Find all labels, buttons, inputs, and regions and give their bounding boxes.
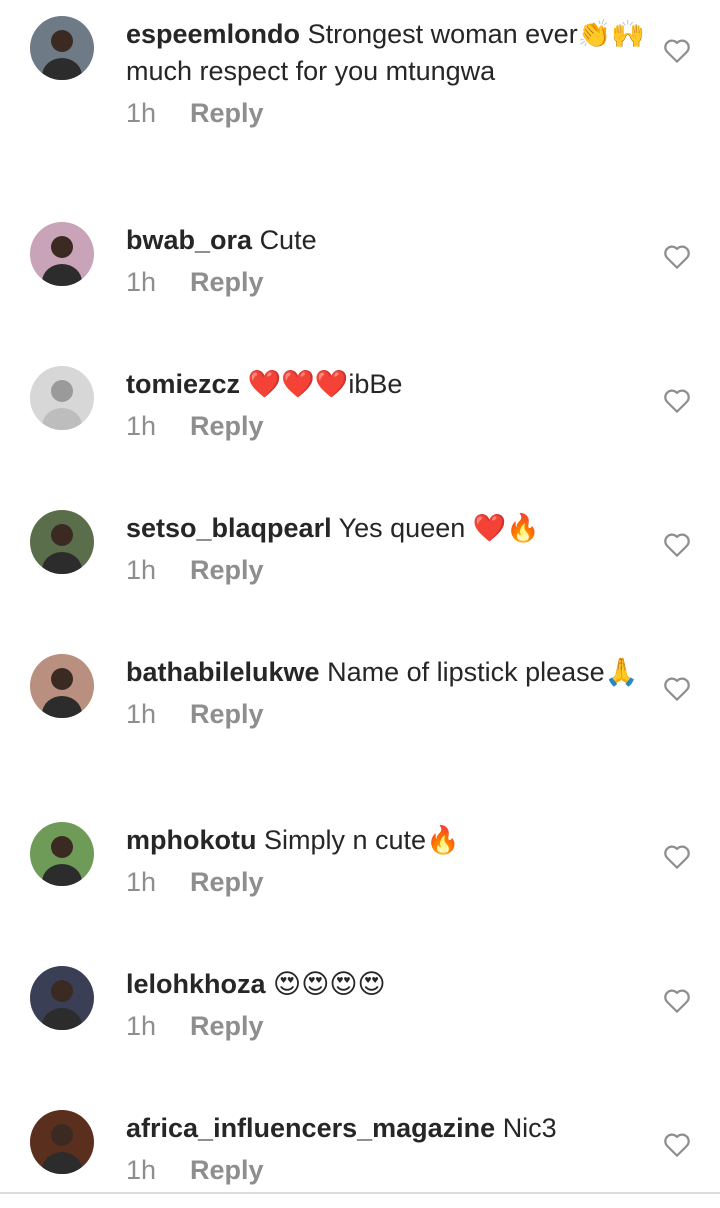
avatar[interactable] bbox=[30, 1110, 94, 1174]
comment-text: lelohkhoza 😍😍😍😍 bbox=[126, 966, 646, 1003]
comment-body: bwab_ora Cute 1h Reply bbox=[126, 222, 646, 299]
comment-body: africa_influencers_magazine Nic3 1h Reply bbox=[126, 1110, 646, 1187]
comment-text: bwab_ora Cute bbox=[126, 222, 646, 259]
comment-username[interactable]: bathabilelukwe bbox=[126, 657, 320, 687]
reply-button[interactable]: Reply bbox=[190, 867, 264, 897]
comment-meta: 1h Reply bbox=[126, 96, 646, 130]
comment-timestamp: 1h bbox=[126, 867, 157, 897]
comment-text: setso_blaqpearl Yes queen ❤️🔥 bbox=[126, 510, 646, 547]
reply-button[interactable]: Reply bbox=[190, 411, 264, 441]
bottom-divider bbox=[0, 1192, 720, 1194]
comment-timestamp: 1h bbox=[126, 98, 157, 128]
heart-outline-icon[interactable] bbox=[662, 842, 692, 872]
comment-text: espeemlondo Strongest woman ever👏🙌 much … bbox=[126, 16, 646, 90]
comment-text: bathabilelukwe Name of lipstick please🙏 bbox=[126, 654, 646, 691]
heart-outline-icon[interactable] bbox=[662, 36, 692, 66]
comment-body: lelohkhoza 😍😍😍😍 1h Reply bbox=[126, 966, 646, 1043]
avatar[interactable] bbox=[30, 966, 94, 1030]
comment-timestamp: 1h bbox=[126, 267, 157, 297]
comment-meta: 1h Reply bbox=[126, 265, 646, 299]
avatar[interactable] bbox=[30, 822, 94, 886]
comment-text: mphokotu Simply n cute🔥 bbox=[126, 822, 646, 859]
comment-body: bathabilelukwe Name of lipstick please🙏 1… bbox=[126, 654, 646, 731]
avatar[interactable] bbox=[30, 366, 94, 430]
avatar[interactable] bbox=[30, 510, 94, 574]
avatar[interactable] bbox=[30, 654, 94, 718]
comment-text: africa_influencers_magazine Nic3 bbox=[126, 1110, 646, 1147]
comment-username[interactable]: setso_blaqpearl bbox=[126, 513, 332, 543]
comment-message: 😍😍😍😍 bbox=[273, 969, 386, 999]
comment-message: Yes queen ❤️🔥 bbox=[338, 513, 540, 543]
comment-meta: 1h Reply bbox=[126, 409, 646, 443]
heart-outline-icon[interactable] bbox=[662, 1130, 692, 1160]
heart-outline-icon[interactable] bbox=[662, 530, 692, 560]
comment-message: Cute bbox=[259, 225, 317, 255]
comment-meta: 1h Reply bbox=[126, 865, 646, 899]
comment-timestamp: 1h bbox=[126, 411, 157, 441]
comment-meta: 1h Reply bbox=[126, 553, 646, 587]
reply-button[interactable]: Reply bbox=[190, 699, 264, 729]
comment-timestamp: 1h bbox=[126, 699, 157, 729]
comment-body: espeemlondo Strongest woman ever👏🙌 much … bbox=[126, 16, 646, 130]
reply-button[interactable]: Reply bbox=[190, 1011, 264, 1041]
reply-button[interactable]: Reply bbox=[190, 98, 264, 128]
comment-username[interactable]: espeemlondo bbox=[126, 19, 300, 49]
reply-button[interactable]: Reply bbox=[190, 1155, 264, 1185]
comment-username[interactable]: tomiezcz bbox=[126, 369, 240, 399]
comment-message: Name of lipstick please🙏 bbox=[327, 657, 639, 687]
comment-body: tomiezcz ❤️❤️❤️ibBe 1h Reply bbox=[126, 366, 646, 443]
avatar[interactable] bbox=[30, 222, 94, 286]
comment-meta: 1h Reply bbox=[126, 697, 646, 731]
comment-timestamp: 1h bbox=[126, 1011, 157, 1041]
comment-message: Simply n cute🔥 bbox=[264, 825, 460, 855]
comment-timestamp: 1h bbox=[126, 1155, 157, 1185]
reply-button[interactable]: Reply bbox=[190, 267, 264, 297]
comment-username[interactable]: bwab_ora bbox=[126, 225, 252, 255]
heart-outline-icon[interactable] bbox=[662, 986, 692, 1016]
comment-message: Nic3 bbox=[502, 1113, 557, 1143]
comment-body: mphokotu Simply n cute🔥 1h Reply bbox=[126, 822, 646, 899]
comment-username[interactable]: mphokotu bbox=[126, 825, 256, 855]
heart-outline-icon[interactable] bbox=[662, 674, 692, 704]
reply-button[interactable]: Reply bbox=[190, 555, 264, 585]
heart-outline-icon[interactable] bbox=[662, 242, 692, 272]
avatar[interactable] bbox=[30, 16, 94, 80]
heart-outline-icon[interactable] bbox=[662, 386, 692, 416]
comment-text: tomiezcz ❤️❤️❤️ibBe bbox=[126, 366, 646, 403]
comment-username[interactable]: africa_influencers_magazine bbox=[126, 1113, 495, 1143]
comment-meta: 1h Reply bbox=[126, 1009, 646, 1043]
comment-username[interactable]: lelohkhoza bbox=[126, 969, 266, 999]
comment-meta: 1h Reply bbox=[126, 1153, 646, 1187]
comment-timestamp: 1h bbox=[126, 555, 157, 585]
comment-message: ❤️❤️❤️ibBe bbox=[247, 369, 403, 399]
comment-body: setso_blaqpearl Yes queen ❤️🔥 1h Reply bbox=[126, 510, 646, 587]
